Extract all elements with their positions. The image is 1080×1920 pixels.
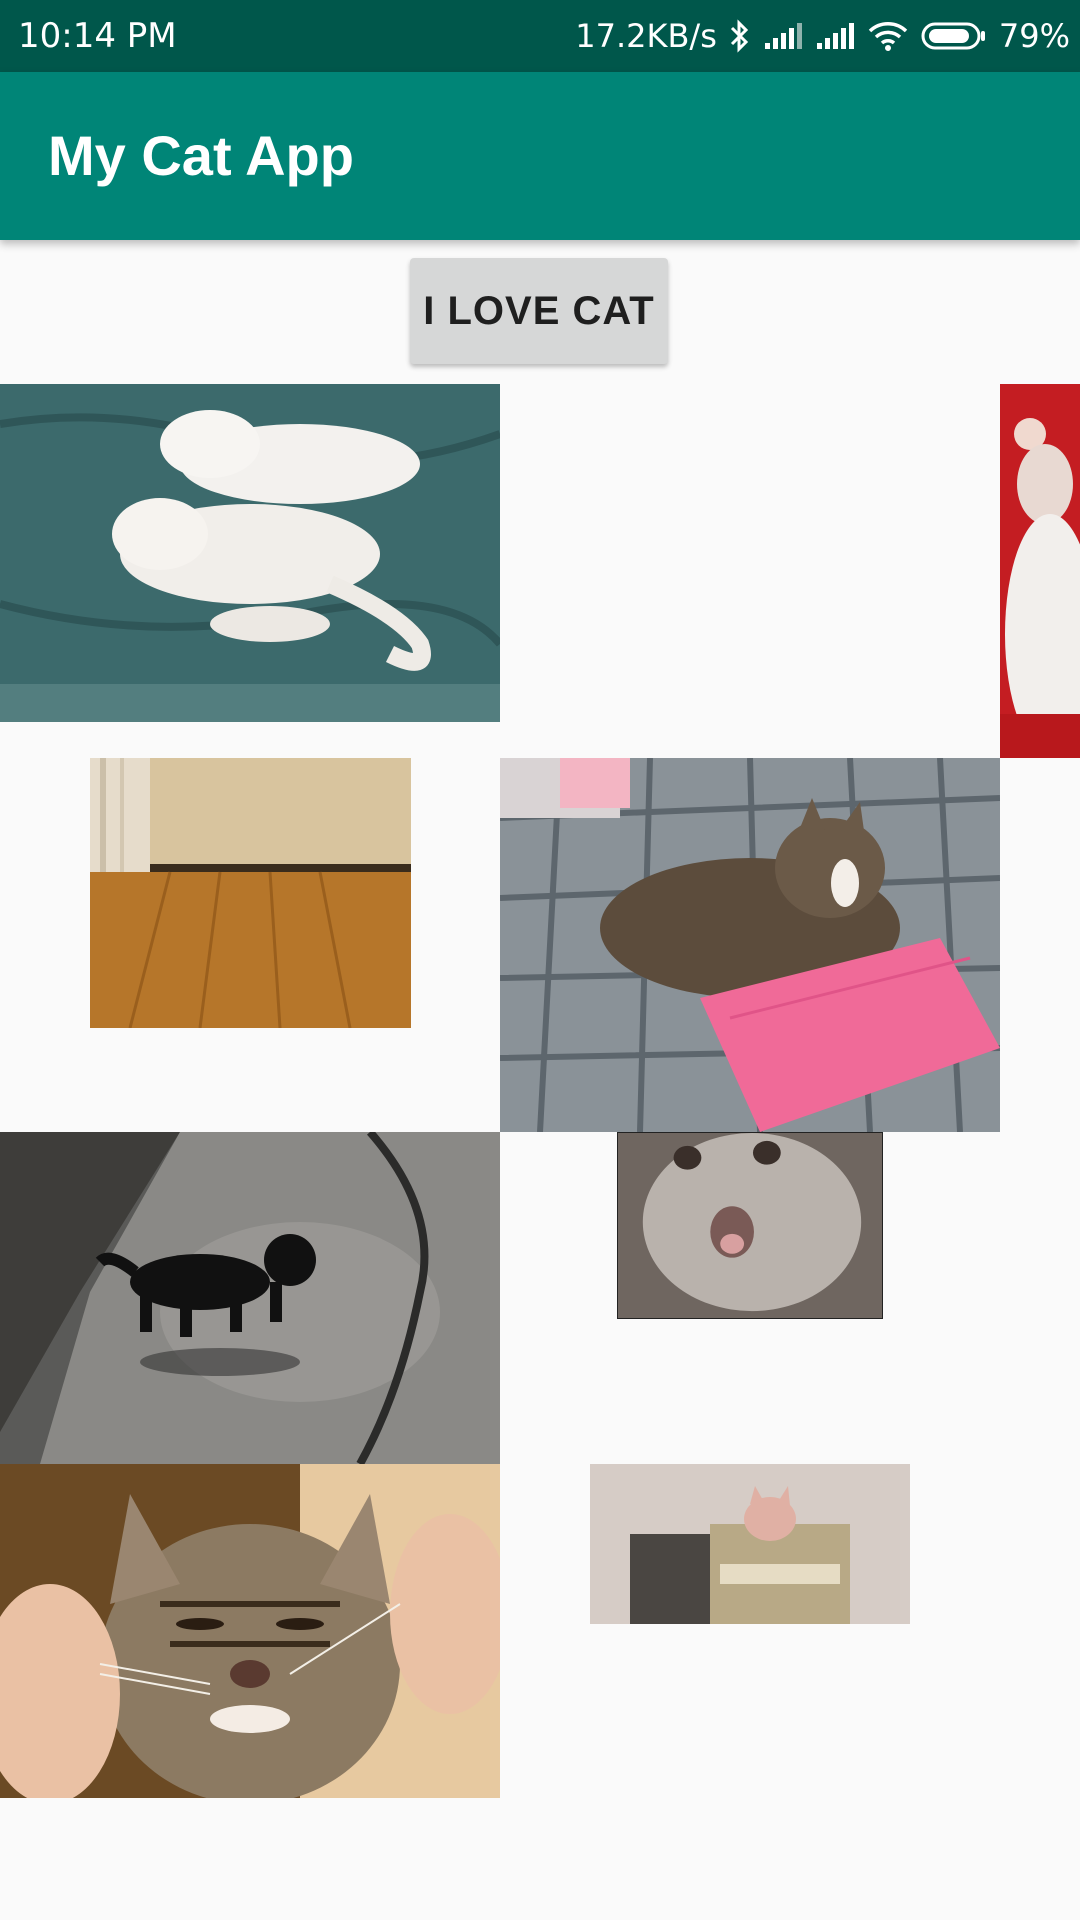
app-bar: My Cat App (0, 72, 1080, 240)
wood-floor-room-image[interactable] (90, 758, 411, 1028)
cat-in-box-image[interactable] (590, 1464, 910, 1624)
cat-with-red-toy-image[interactable] (1000, 384, 1080, 758)
battery-percent: 79% (998, 17, 1070, 55)
bluetooth-icon (729, 19, 751, 53)
kitten-whiskers-image[interactable] (0, 1464, 500, 1798)
app-title: My Cat App (48, 124, 354, 187)
signal-icon (815, 21, 855, 51)
black-kitten-alley-image[interactable] (0, 1132, 500, 1464)
network-speed: 17.2KB/s (575, 17, 717, 55)
surprised-cat-image[interactable] (617, 1132, 883, 1319)
status-time: 10:14 PM (18, 16, 177, 56)
wifi-icon (867, 20, 909, 52)
i-love-cat-button[interactable]: I LOVE CAT (410, 258, 668, 364)
status-icons: 17.2KB/s 79% (575, 12, 1070, 60)
screen: 10:14 PM 17.2KB/s 79% My Cat App I LOVE … (0, 0, 1080, 1920)
battery-icon (921, 21, 987, 51)
two-white-cats-image[interactable] (0, 384, 500, 722)
tabby-cat-on-blanket-image[interactable] (500, 758, 1000, 1132)
status-bar: 10:14 PM 17.2KB/s 79% (0, 0, 1080, 72)
signal-icon (763, 21, 803, 51)
